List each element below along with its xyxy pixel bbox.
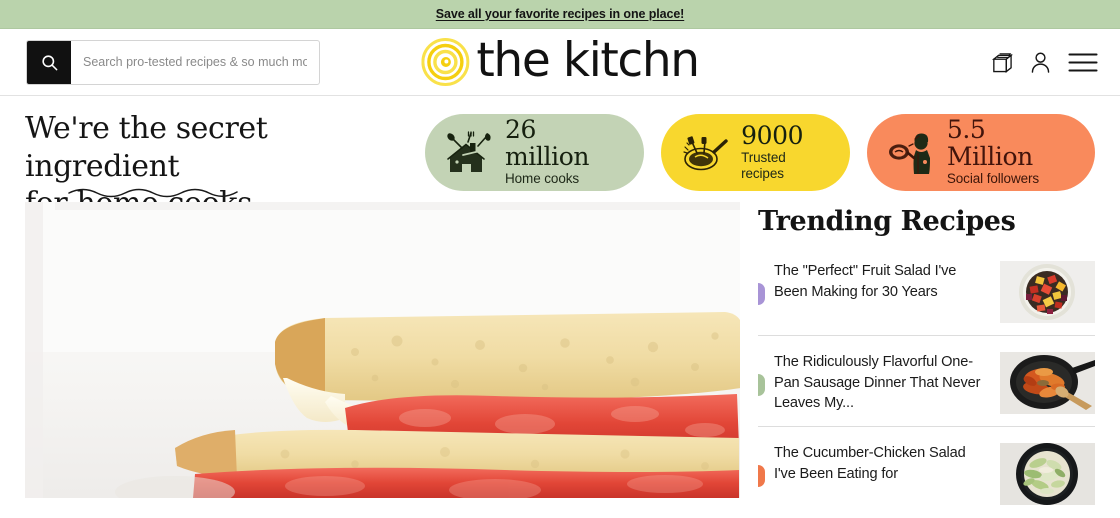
trending-item-thumbnail <box>1000 443 1095 506</box>
cucumber-chicken-salad-thumb <box>1000 443 1095 506</box>
stat-value: 9000 <box>741 120 804 150</box>
search-bar[interactable] <box>26 39 320 85</box>
featured-recipe-image[interactable] <box>25 202 740 498</box>
bullet-marker <box>758 283 765 305</box>
main-content-row: Trending Recipes The "Perfect" Fruit Sal… <box>0 202 1120 506</box>
headline-line-1: We're the secret ingredient <box>25 111 268 184</box>
site-header: the kitchn <box>0 29 1120 96</box>
fruit-salad-thumb <box>1000 261 1095 323</box>
trending-item-title: The "Perfect" Fruit Salad I've Been Maki… <box>774 263 957 300</box>
trending-item[interactable]: The Cucumber-Chicken Salad I've Been Eat… <box>758 426 1095 517</box>
bullet-marker <box>758 465 765 488</box>
search-icon <box>41 54 57 70</box>
trending-recipes-section: Trending Recipes The "Perfect" Fruit Sal… <box>758 202 1095 506</box>
search-input[interactable] <box>71 40 319 84</box>
sausage-skillet-thumb <box>1000 352 1095 414</box>
stats-group: 26 million Home cooks 9000 Trusted recip… <box>425 110 1095 191</box>
house-utensils-icon <box>443 129 495 177</box>
stat-value: 26 million <box>505 115 590 171</box>
trending-item-thumbnail <box>1000 352 1095 414</box>
stat-pill-home-cooks[interactable]: 26 million Home cooks <box>425 114 645 191</box>
trending-item-title: The Ridiculously Flavorful One-Pan Sausa… <box>774 354 981 412</box>
tomato-sandwich-photo <box>25 202 740 498</box>
trending-item-thumbnail <box>1000 261 1095 323</box>
promo-banner-link[interactable]: Save all your favorite recipes in one pl… <box>436 7 685 21</box>
promo-banner: Save all your favorite recipes in one pl… <box>0 0 1120 29</box>
skillet-icon <box>679 129 731 177</box>
stat-value: 5.5 Million <box>946 115 1033 171</box>
food-photographer-icon <box>885 129 937 177</box>
stat-label: Social followers <box>946 171 1040 187</box>
hamburger-menu-icon[interactable] <box>1068 51 1098 73</box>
spiral-logo-icon <box>421 38 470 86</box>
hero-intro-row: We're the secret ingredient for home coo… <box>0 96 1120 221</box>
squiggle-underline-icon <box>68 188 238 198</box>
logo-text: the kitchn <box>476 32 700 88</box>
trending-item[interactable]: The "Perfect" Fruit Salad I've Been Maki… <box>758 253 1095 335</box>
trending-item[interactable]: The Ridiculously Flavorful One-Pan Sausa… <box>758 335 1095 426</box>
header-icon-group <box>990 50 1098 75</box>
stat-label: Home cooks <box>505 171 580 187</box>
site-logo[interactable]: the kitchn <box>421 32 700 88</box>
search-button[interactable] <box>27 40 71 84</box>
account-icon[interactable] <box>1029 50 1052 75</box>
trending-title: Trending Recipes <box>758 206 1016 237</box>
stat-pill-trusted-recipes[interactable]: 9000 Trusted recipes <box>661 114 850 191</box>
bullet-marker <box>758 374 765 396</box>
recipe-box-icon[interactable] <box>990 50 1013 75</box>
stat-pill-social-followers[interactable]: 5.5 Million Social followers <box>866 114 1095 191</box>
trending-item-title: The Cucumber-Chicken Salad I've Been Eat… <box>774 445 966 482</box>
stat-label: Trusted recipes <box>741 150 786 182</box>
